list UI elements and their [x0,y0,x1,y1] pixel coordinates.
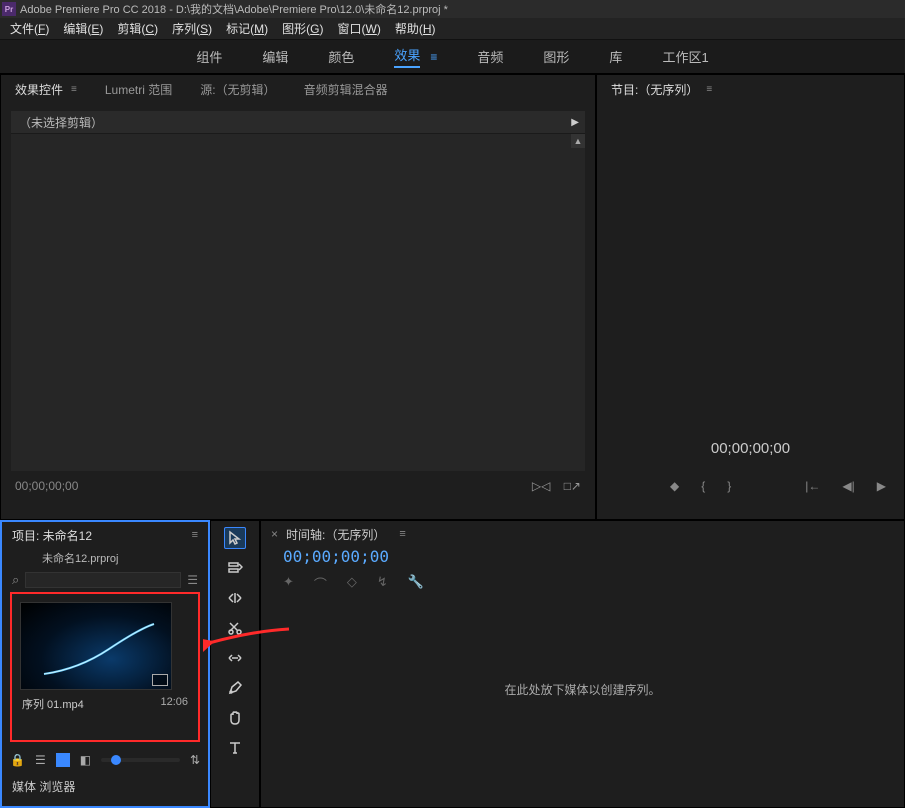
add-marker-icon[interactable]: ◇ [347,574,357,593]
play-icon[interactable]: ▶ [877,479,886,493]
menu-clip[interactable]: 剪辑(C) [117,20,158,37]
export-frame-icon[interactable]: □↗ [564,479,581,493]
bracket-in-icon[interactable]: { [701,479,705,493]
write-lock-icon[interactable]: 🔒 [10,753,25,767]
workspace-tabs: 组件 编辑 颜色 效果 ≡ 音频 图形 库 工作区1 [0,40,905,74]
sort-icon[interactable]: ⇅ [190,753,200,767]
project-panel: 项目: 未命名12 ≡ 未命名12.prproj ⌕ ☰ 序列 01.mp4 1… [0,520,210,808]
type-tool-icon[interactable] [224,737,246,759]
workspace-assembly[interactable]: 组件 [196,47,222,66]
tab-source[interactable]: 源:（无剪辑） [200,81,275,98]
menu-graphics[interactable]: 图形(G) [282,20,323,37]
tab-effect-controls[interactable]: 效果控件 [15,81,63,98]
menu-sequence[interactable]: 序列(S) [172,20,212,37]
zoom-slider[interactable] [101,758,180,762]
linked-selection-icon[interactable]: ⌒ [314,574,327,593]
source-timecode: 00;00;00;00 [15,479,78,493]
track-select-tool-icon[interactable] [224,557,246,579]
ripple-edit-tool-icon[interactable] [224,587,246,609]
timeline-panel-menu-icon[interactable]: ≡ [399,528,405,540]
project-toolbar: 🔒 ☰ ◧ ⇅ [2,746,208,774]
project-panel-menu-icon[interactable]: ≡ [192,529,198,541]
freeform-view-icon[interactable]: ◧ [80,753,91,767]
timeline-timecode[interactable]: 00;00;00;00 [261,547,904,566]
thumbnail-graphic [39,619,159,679]
workspace-library[interactable]: 库 [609,47,622,66]
close-panel-icon[interactable]: × [271,527,278,541]
go-to-in-icon[interactable]: |← [805,479,820,493]
program-panel: 节目:（无序列） ≡ 00;00;00;00 ◆ { } |← ◀| ▶ [596,74,905,520]
menu-help[interactable]: 帮助(H) [395,20,436,37]
zoom-handle[interactable] [111,755,121,765]
selection-tool-icon[interactable] [224,527,246,549]
program-monitor: 00;00;00;00 [597,103,904,463]
tools-panel [210,520,260,808]
workspace-audio[interactable]: 音频 [477,47,503,66]
tab-media-browser[interactable]: 媒体 浏览器 [2,774,208,798]
razor-tool-icon[interactable] [224,617,246,639]
toggle-timeline-icon[interactable]: ▶ [571,117,579,128]
source-panel: 效果控件 ≡ Lumetri 范围 源:（无剪辑） 音频剪辑混合器 （未选择剪辑… [0,74,596,520]
tab-project[interactable]: 项目: 未命名12 [12,527,92,544]
panel-menu-icon[interactable]: ≡ [71,84,77,95]
menu-edit[interactable]: 编辑(E) [63,20,103,37]
workspace-effects[interactable]: 效果 [394,45,420,68]
step-back-icon[interactable]: ◀| [842,479,854,493]
tab-audio-mixer[interactable]: 音频剪辑混合器 [304,81,388,98]
mark-in-icon[interactable]: ◆ [670,479,679,493]
search-icon[interactable]: ⌕ [12,572,19,588]
menu-marker[interactable]: 标记(M) [226,20,268,37]
program-controls: ◆ { } |← ◀| ▶ [597,463,904,509]
window-title: Adobe Premiere Pro CC 2018 - D:\我的文档\Ado… [20,1,448,17]
app-logo-icon: Pr [2,2,16,16]
program-panel-menu-icon[interactable]: ≡ [706,84,712,95]
timeline-title[interactable]: 时间轴:（无序列） [286,526,385,543]
workspace-editing[interactable]: 编辑 [262,47,288,66]
workspace-custom1[interactable]: 工作区1 [662,47,708,66]
hand-tool-icon[interactable] [224,707,246,729]
clip-type-icon [152,674,168,686]
clip-thumbnail[interactable] [20,602,172,690]
window-titlebar: Pr Adobe Premiere Pro CC 2018 - D:\我的文档\… [0,0,905,18]
clip-name: 序列 01.mp4 [22,696,84,712]
annotation-highlight: 序列 01.mp4 12:06 [10,592,200,742]
scroll-up-icon[interactable]: ▲ [571,134,585,148]
effect-controls-header: （未选择剪辑） ▶ [11,111,585,133]
slip-tool-icon[interactable] [224,647,246,669]
icon-view-icon[interactable] [56,753,70,767]
menu-file[interactable]: 文件(F) [10,20,49,37]
no-clip-selected-label: （未选择剪辑） [19,114,103,131]
menu-window[interactable]: 窗口(W) [337,20,380,37]
project-filename: 未命名12.prproj [2,548,208,570]
workspace-graphics[interactable]: 图形 [543,47,569,66]
project-search-input[interactable] [25,572,181,588]
pen-tool-icon[interactable] [224,677,246,699]
timeline-drop-hint: 在此处放下媒体以创建序列。 [261,681,904,698]
effect-controls-body: ▲ [11,133,585,471]
timeline-settings-icon[interactable]: ↯ [377,574,388,593]
program-timecode: 00;00;00;00 [711,440,790,457]
list-view-icon[interactable]: ☰ [35,753,46,767]
filter-bin-icon[interactable]: ☰ [187,573,198,587]
tab-program[interactable]: 节目:（无序列） [611,81,698,98]
clip-duration: 12:06 [160,696,188,712]
tab-lumetri[interactable]: Lumetri 范围 [105,81,172,98]
wrench-icon[interactable]: 🔧 [408,574,424,593]
bracket-out-icon[interactable]: } [727,479,731,493]
workspace-color[interactable]: 颜色 [328,47,354,66]
timeline-panel: × 时间轴:（无序列） ≡ 00;00;00;00 ✦ ⌒ ◇ ↯ 🔧 在此处放… [260,520,905,808]
loop-icon[interactable]: ▷◁ [532,479,550,493]
menu-bar: 文件(F) 编辑(E) 剪辑(C) 序列(S) 标记(M) 图形(G) 窗口(W… [0,18,905,40]
snap-icon[interactable]: ✦ [283,574,294,593]
workspace-menu-icon[interactable]: ≡ [430,50,437,64]
